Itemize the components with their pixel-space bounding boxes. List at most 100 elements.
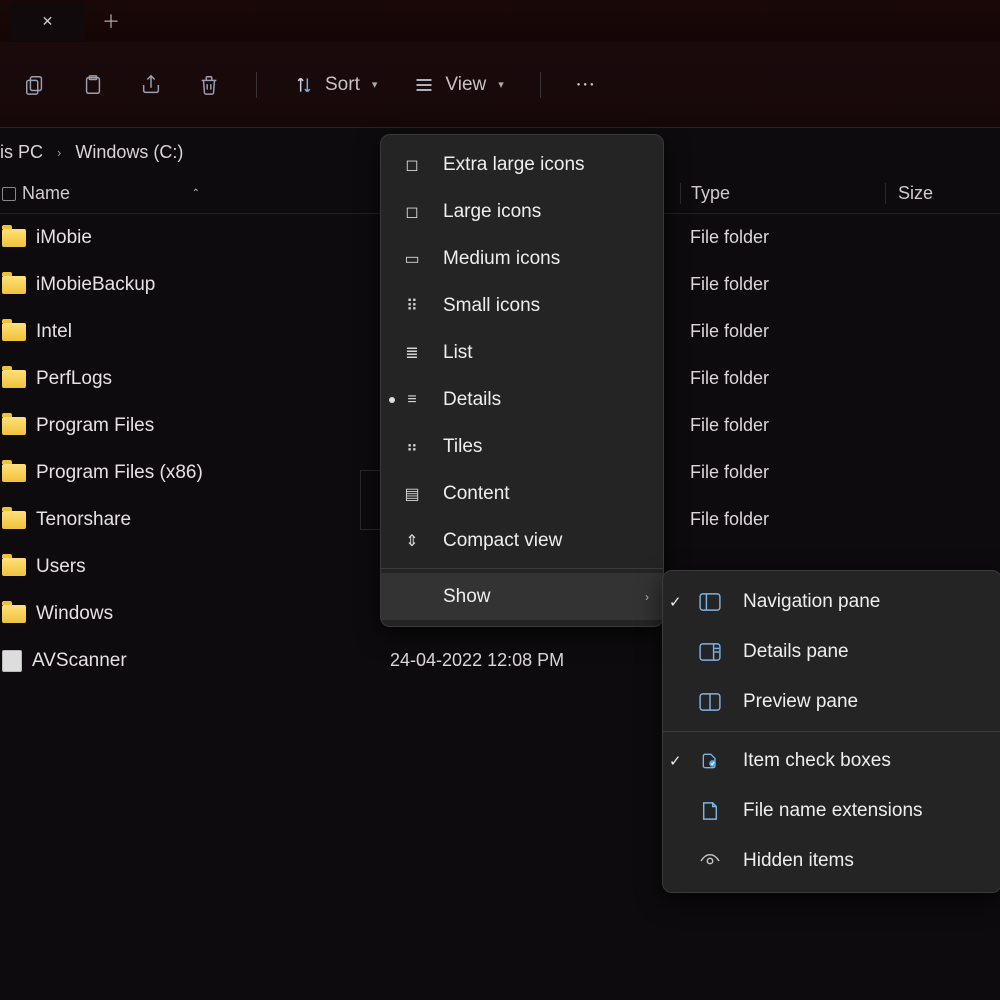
share-button[interactable] — [140, 74, 162, 96]
file-type: File folder — [680, 462, 885, 483]
pane-icon — [697, 852, 723, 870]
view-menu-item[interactable]: ≣List — [381, 329, 663, 376]
column-type[interactable]: Type — [680, 183, 885, 204]
folder-icon — [2, 417, 26, 435]
trash-icon — [198, 74, 220, 96]
menu-separator — [381, 568, 663, 569]
breadcrumb-root[interactable]: is PC — [0, 142, 43, 163]
file-icon — [2, 650, 22, 672]
copy-button[interactable] — [24, 74, 46, 96]
column-size[interactable]: Size — [885, 183, 1000, 204]
file-type: File folder — [680, 509, 885, 530]
ellipsis-icon: ●●● — [577, 82, 597, 88]
file-type: File folder — [680, 321, 885, 342]
file-name: Windows — [36, 603, 113, 625]
file-type: File folder — [680, 415, 885, 436]
close-icon[interactable]: ✕ — [42, 13, 54, 30]
view-menu-label: Compact view — [443, 530, 562, 552]
file-date: 24-04-2022 12:08 PM — [390, 650, 680, 671]
view-menu-item[interactable]: ⠿ Small icons — [381, 282, 663, 329]
view-menu-label: Details — [443, 389, 501, 411]
folder-icon — [2, 558, 26, 576]
show-menu-label: Navigation pane — [743, 591, 880, 613]
view-menu-icon: ⠶ — [401, 437, 423, 457]
show-menu-item[interactable]: ✓ Item check boxes — [663, 736, 1000, 786]
file-type: File folder — [680, 227, 885, 248]
view-menu-item[interactable]: ◻Large icons — [381, 188, 663, 235]
show-menu-label: File name extensions — [743, 800, 923, 822]
chevron-right-icon: › — [57, 145, 61, 160]
view-menu-item[interactable]: ⠶ Tiles — [381, 423, 663, 470]
view-menu-item[interactable]: ⇕ Compact view — [381, 517, 663, 564]
show-menu-label: Item check boxes — [743, 750, 891, 772]
file-name: iMobie — [36, 227, 92, 249]
view-menu-label: Content — [443, 483, 510, 505]
folder-icon — [2, 229, 26, 247]
file-type: File folder — [680, 368, 885, 389]
view-menu-item[interactable]: ▭ Medium icons — [381, 235, 663, 282]
pane-icon — [697, 593, 723, 611]
toolbar-separator — [256, 72, 257, 98]
view-menu: ◻Extra large icons◻Large icons ▭ Medium ic… — [380, 134, 664, 627]
view-icon — [413, 74, 435, 96]
folder-icon — [2, 605, 26, 623]
view-menu-item[interactable]: ▤ Content — [381, 470, 663, 517]
file-name: iMobieBackup — [36, 274, 155, 296]
paste-icon — [82, 74, 104, 96]
folder-icon — [2, 370, 26, 388]
view-button[interactable]: View ▾ — [413, 74, 503, 96]
column-name[interactable]: Name ⌃ — [0, 183, 390, 204]
view-menu-icon: ≡ — [401, 391, 423, 409]
paste-button[interactable] — [82, 74, 104, 96]
sort-icon — [293, 74, 315, 96]
toolbar: Sort ▾ View ▾ ●●● — [0, 42, 1000, 128]
check-icon: ✓ — [669, 593, 683, 611]
pane-icon — [697, 643, 723, 661]
view-menu-icon: ▤ — [401, 484, 423, 504]
file-type: File folder — [680, 274, 885, 295]
delete-button[interactable] — [198, 74, 220, 96]
pane-icon — [697, 751, 723, 771]
file-name: Program Files — [36, 415, 154, 437]
new-tab-button[interactable]: ＋ — [91, 1, 131, 41]
folder-icon — [2, 511, 26, 529]
view-menu-item[interactable]: ≡ Details — [381, 376, 663, 423]
view-menu-icon: ⇕ — [401, 531, 423, 551]
view-menu-item[interactable]: ◻Extra large icons — [381, 141, 663, 188]
file-name: AVScanner — [32, 650, 127, 672]
checkbox-icon[interactable] — [2, 187, 16, 201]
copy-icon — [24, 74, 46, 96]
pane-icon — [697, 693, 723, 711]
view-menu-icon: ≣ — [401, 343, 423, 363]
folder-icon — [2, 323, 26, 341]
folder-icon — [2, 464, 26, 482]
view-menu-icon: ⠿ — [401, 296, 423, 316]
sort-button[interactable]: Sort ▾ — [293, 74, 377, 96]
show-menu-label: Preview pane — [743, 691, 858, 713]
more-button[interactable]: ●●● — [577, 82, 597, 88]
show-menu-item[interactable]: File name extensions — [663, 786, 1000, 836]
chevron-down-icon: ▾ — [498, 78, 504, 91]
breadcrumb-location[interactable]: Windows (C:) — [75, 142, 183, 163]
menu-separator — [663, 731, 1000, 732]
show-menu-item[interactable]: Preview pane — [663, 677, 1000, 727]
view-menu-label: Large icons — [443, 201, 541, 223]
view-label: View — [445, 74, 486, 96]
show-menu-item[interactable]: Hidden items — [663, 836, 1000, 886]
view-menu-label: Small icons — [443, 295, 540, 317]
show-menu-item[interactable]: Details pane — [663, 627, 1000, 677]
view-menu-label: Medium icons — [443, 248, 560, 270]
tab-bar: ✕ ＋ — [0, 0, 1000, 42]
view-menu-show[interactable]: Show› — [381, 573, 663, 620]
toolbar-separator — [540, 72, 541, 98]
pane-icon — [697, 800, 723, 822]
show-menu-item[interactable]: ✓ Navigation pane — [663, 577, 1000, 627]
view-menu-icon: ▭ — [401, 249, 423, 269]
view-menu-label: Tiles — [443, 436, 482, 458]
show-menu-label: Details pane — [743, 641, 849, 663]
chevron-right-icon: › — [645, 590, 649, 604]
sort-caret-icon: ⌃ — [192, 188, 200, 199]
check-icon: ✓ — [669, 752, 683, 770]
tab-active[interactable]: ✕ — [10, 1, 85, 41]
file-name: PerfLogs — [36, 368, 112, 390]
